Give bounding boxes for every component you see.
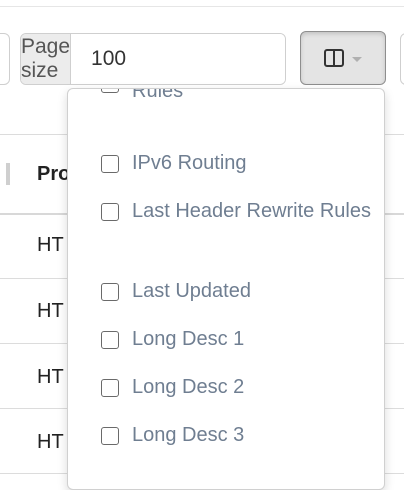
table-cell: HT	[37, 431, 64, 453]
table-cell: HT	[37, 300, 64, 322]
page-size-input[interactable]	[71, 34, 285, 84]
top-divider	[0, 0, 404, 7]
column-option-label: Long Desc 2	[132, 376, 245, 398]
column-option-ipv6-routing[interactable]: IPv6 Routing	[68, 147, 384, 187]
column-option-last-header-rewrite-rules[interactable]: Last Header Rewrite Rules	[68, 195, 384, 265]
table-cell: HT	[37, 366, 64, 388]
column-option-long-desc-2[interactable]: Long Desc 2	[68, 371, 384, 411]
table-cell: HT	[37, 234, 64, 256]
column-option-label: Long Desc 1	[132, 328, 245, 350]
page-size-label: Page size	[21, 34, 72, 84]
column-checkbox[interactable]	[101, 427, 119, 445]
column-checkbox[interactable]	[101, 203, 119, 221]
column-option-rules[interactable]: Rules	[68, 88, 384, 131]
column-resize-handle[interactable]	[6, 163, 10, 185]
column-checkbox[interactable]	[101, 331, 119, 349]
columns-icon	[324, 49, 344, 67]
column-option-label: Rules	[132, 88, 184, 102]
column-chooser-menu: Rules IPv6 Routing Last Header Rewrite R…	[67, 88, 385, 490]
column-header[interactable]: Pro	[37, 163, 70, 186]
chevron-down-icon	[352, 56, 362, 62]
column-checkbox[interactable]	[101, 89, 119, 93]
column-option-label: Last Updated	[132, 280, 251, 302]
next-control[interactable]	[400, 33, 404, 85]
column-chooser-button[interactable]	[300, 31, 386, 85]
column-option-label: Long Desc 3	[132, 424, 245, 446]
column-option-label: Last Header Rewrite Rules	[132, 200, 371, 222]
column-checkbox[interactable]	[101, 283, 119, 301]
column-checkbox[interactable]	[101, 155, 119, 173]
filter-input[interactable]	[0, 33, 10, 85]
column-checkbox[interactable]	[101, 379, 119, 397]
column-option-last-updated[interactable]: Last Updated	[68, 275, 384, 315]
column-option-long-desc-3[interactable]: Long Desc 3	[68, 419, 384, 459]
page-size-group: Page size	[20, 33, 286, 85]
column-option-long-desc-1[interactable]: Long Desc 1	[68, 323, 384, 363]
column-option-label: IPv6 Routing	[132, 152, 247, 174]
